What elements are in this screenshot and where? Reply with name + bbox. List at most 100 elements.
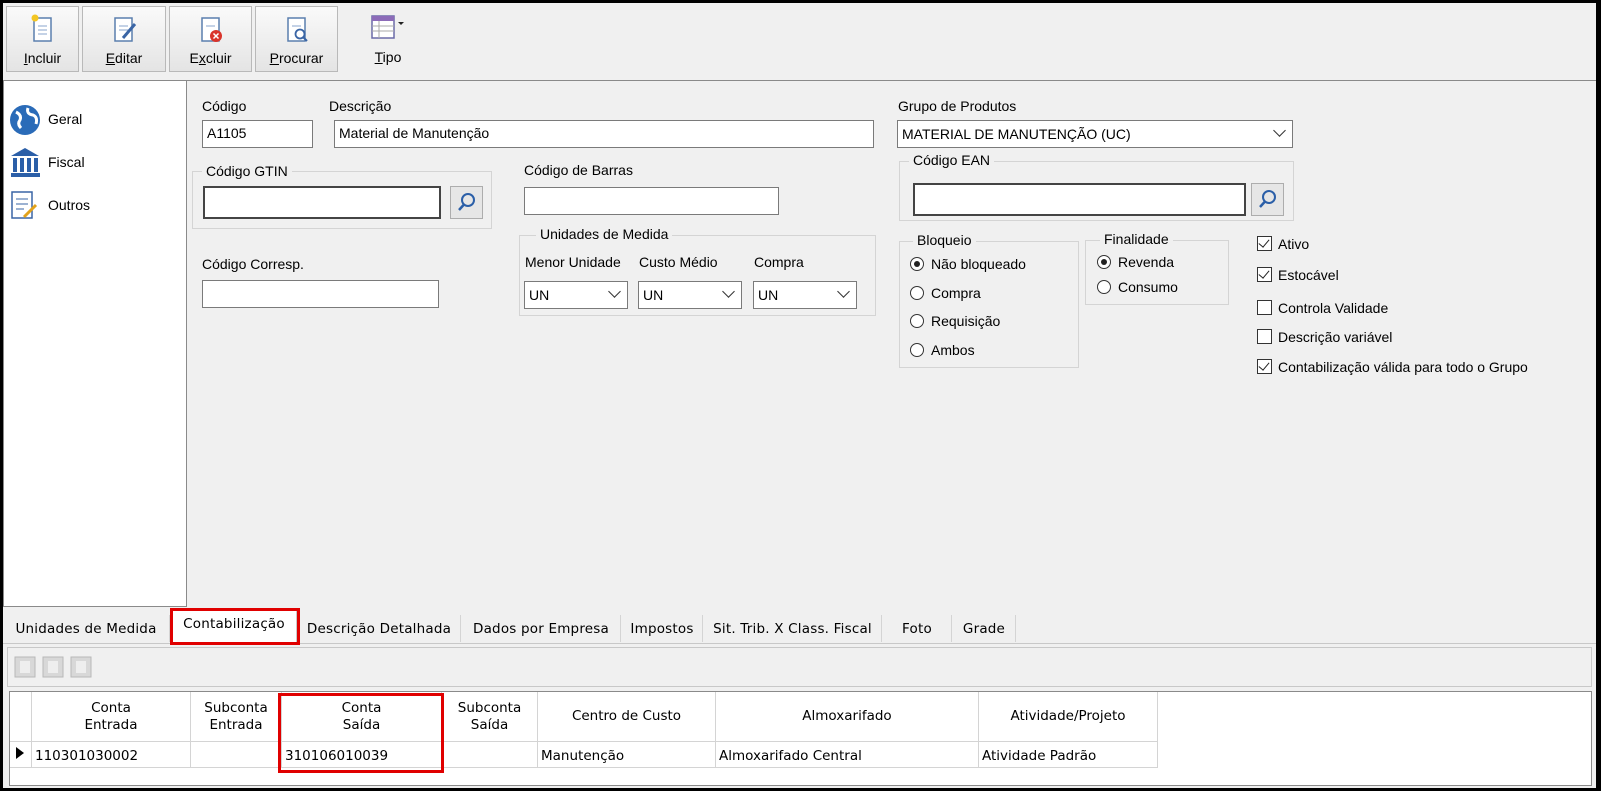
tab-descricao-detalhada[interactable]: Descrição Detalhada bbox=[298, 615, 461, 642]
table-dropdown-icon bbox=[371, 15, 404, 39]
cell-subconta-entrada[interactable] bbox=[191, 742, 282, 768]
chevron-down-icon bbox=[722, 285, 735, 298]
tab-dados-por-empresa[interactable]: Dados por Empresa bbox=[462, 615, 621, 642]
header-centro-custo[interactable]: Centro de Custo bbox=[538, 692, 716, 742]
compra-select[interactable]: UN bbox=[753, 281, 857, 309]
edit-row-icon[interactable] bbox=[40, 654, 66, 680]
checkbox-label: Descrição variável bbox=[1278, 329, 1393, 345]
custo-medio-select[interactable]: UN bbox=[638, 281, 742, 309]
cell-almoxarifado[interactable]: Almoxarifado Central bbox=[716, 742, 979, 768]
radio-label: Requisição bbox=[931, 313, 1001, 329]
highlight-box-conta-saida bbox=[278, 693, 444, 773]
editar-button[interactable]: Editar bbox=[82, 6, 166, 72]
finalidade-group bbox=[1085, 240, 1229, 305]
radio-selected-icon bbox=[1097, 255, 1111, 269]
grid-toolbar bbox=[7, 647, 1592, 687]
menor-unidade-select[interactable]: UN bbox=[524, 281, 628, 309]
nav-item-outros[interactable]: Outros bbox=[8, 189, 178, 221]
codigo-gtin-field[interactable] bbox=[203, 186, 441, 219]
side-navigation: Geral Fiscal Outros bbox=[3, 80, 187, 607]
nav-label-fiscal: Fiscal bbox=[48, 154, 85, 170]
descricao-label: Descrição bbox=[329, 98, 392, 114]
header-line: Subconta bbox=[457, 699, 522, 716]
checkbox-checked-icon bbox=[1257, 359, 1272, 374]
checkbox-label: Estocável bbox=[1278, 267, 1339, 283]
bloqueio-title: Bloqueio bbox=[913, 232, 976, 248]
delete-row-icon[interactable] bbox=[68, 654, 94, 680]
tipo-label: Tipo bbox=[374, 49, 402, 65]
procurar-button[interactable]: Procurar bbox=[255, 6, 338, 72]
chevron-down-icon bbox=[837, 285, 850, 298]
ean-search-button[interactable] bbox=[1251, 183, 1284, 216]
radio-selected-icon bbox=[910, 257, 924, 271]
finalidade-title: Finalidade bbox=[1100, 231, 1173, 247]
header-line: Entrada bbox=[209, 716, 263, 733]
radio-label: Não bloqueado bbox=[931, 256, 1026, 272]
custo-medio-label: Custo Médio bbox=[639, 254, 718, 270]
delete-document-icon bbox=[200, 17, 222, 42]
radio-label: Ambos bbox=[931, 342, 975, 358]
codigo-ean-field[interactable] bbox=[913, 183, 1246, 216]
codigo-barras-field[interactable] bbox=[524, 187, 779, 215]
custo-medio-value: UN bbox=[643, 287, 664, 303]
cell-centro-custo[interactable]: Manutenção bbox=[538, 742, 716, 768]
checkbox-label: Controla Validade bbox=[1278, 300, 1389, 316]
tab-unidades-medida[interactable]: Unidades de Medida bbox=[3, 615, 170, 642]
tab-impostos[interactable]: Impostos bbox=[622, 615, 703, 642]
header-subconta-saida[interactable]: Subconta Saída bbox=[442, 692, 538, 742]
document-edit-icon bbox=[11, 191, 38, 219]
search-document-icon bbox=[286, 17, 308, 42]
edit-document-icon bbox=[114, 17, 137, 42]
codigo-field[interactable]: A1105 bbox=[202, 120, 313, 148]
radio-empty-icon bbox=[910, 343, 924, 357]
menor-unidade-value: UN bbox=[529, 287, 550, 303]
checkbox-checked-icon bbox=[1257, 267, 1272, 282]
radio-label: Consumo bbox=[1118, 279, 1178, 295]
add-row-icon[interactable] bbox=[12, 654, 38, 680]
globe-icon bbox=[10, 105, 40, 135]
header-line: Entrada bbox=[84, 716, 138, 733]
nav-item-fiscal[interactable]: Fiscal bbox=[8, 146, 178, 178]
grupo-produtos-label: Grupo de Produtos bbox=[898, 98, 1017, 114]
header-line: Conta bbox=[91, 699, 131, 716]
gtin-search-button[interactable] bbox=[450, 186, 483, 219]
tipo-button[interactable]: Tipo bbox=[358, 6, 418, 72]
header-atividade-projeto[interactable]: Atividade/Projeto bbox=[979, 692, 1158, 742]
new-document-icon bbox=[31, 14, 52, 42]
codigo-gtin-label: Código GTIN bbox=[202, 163, 292, 179]
highlight-box-tab bbox=[170, 608, 300, 645]
radio-label: Revenda bbox=[1118, 254, 1175, 270]
radio-empty-icon bbox=[910, 314, 924, 328]
cell-conta-entrada[interactable]: 110301030002 bbox=[32, 742, 191, 768]
radio-empty-icon bbox=[910, 286, 924, 300]
header-line: Subconta bbox=[204, 699, 268, 716]
codigo-ean-label: Código EAN bbox=[909, 152, 995, 168]
checkbox-empty-icon bbox=[1257, 300, 1272, 315]
radio-empty-icon bbox=[1097, 280, 1111, 294]
checkbox-label: Ativo bbox=[1278, 236, 1310, 252]
radio-label: Compra bbox=[931, 285, 981, 301]
bank-icon bbox=[11, 148, 40, 177]
nav-item-geral[interactable]: Geral bbox=[8, 103, 178, 135]
header-conta-entrada[interactable]: Conta Entrada bbox=[32, 692, 191, 742]
contabilizacao-grid: Conta Entrada Subconta Entrada Conta Saída … bbox=[9, 691, 1592, 786]
cell-subconta-saida[interactable] bbox=[442, 742, 538, 768]
descricao-field[interactable]: Material de Manutenção bbox=[334, 120, 874, 148]
excluir-button[interactable]: Excluir bbox=[169, 6, 252, 72]
nav-label-outros: Outros bbox=[48, 197, 91, 213]
incluir-button[interactable]: Incluir bbox=[6, 6, 79, 72]
header-subconta-entrada[interactable]: Subconta Entrada bbox=[191, 692, 282, 742]
chevron-down-icon bbox=[1273, 124, 1286, 137]
tab-foto[interactable]: Foto bbox=[883, 615, 952, 642]
cell-atividade-projeto[interactable]: Atividade Padrão bbox=[979, 742, 1158, 768]
search-icon bbox=[458, 193, 475, 211]
unidades-medida-title: Unidades de Medida bbox=[536, 226, 673, 242]
header-line: Saída bbox=[470, 716, 509, 733]
tab-grade[interactable]: Grade bbox=[953, 615, 1016, 642]
tab-sit-trib[interactable]: Sit. Trib. X Class. Fiscal bbox=[704, 615, 882, 642]
compra-label: Compra bbox=[754, 254, 804, 270]
grupo-produtos-select[interactable]: MATERIAL DE MANUTENÇÃO (UC) bbox=[897, 120, 1293, 148]
play-arrow-icon bbox=[16, 747, 24, 759]
codigo-corresp-field[interactable] bbox=[202, 280, 439, 308]
header-almoxarifado[interactable]: Almoxarifado bbox=[716, 692, 979, 742]
